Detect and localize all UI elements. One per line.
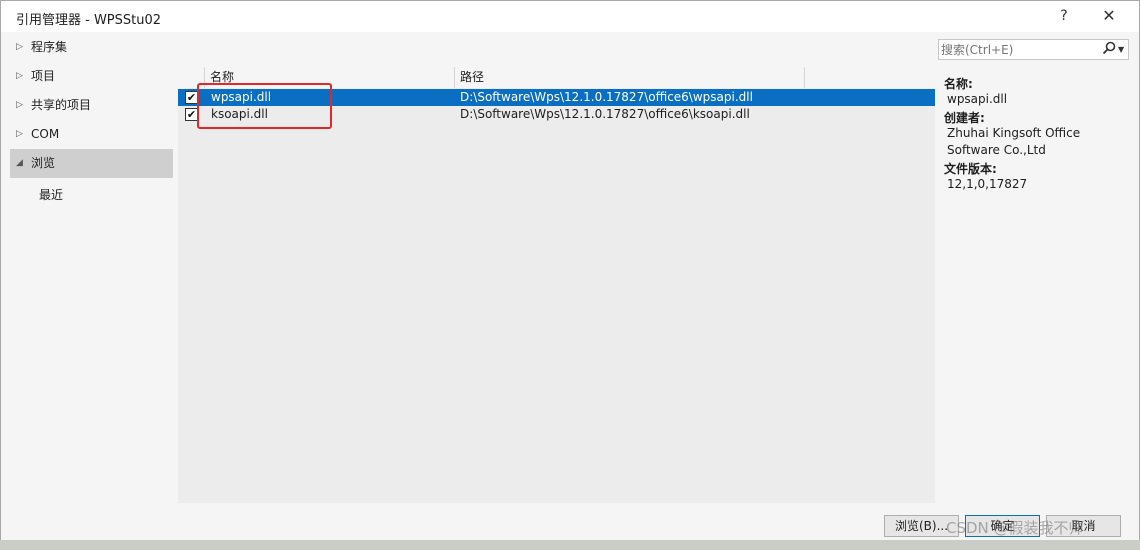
- search-input[interactable]: [941, 41, 1101, 58]
- help-button[interactable]: ?: [1049, 5, 1079, 27]
- detail-creator-value-cont: Software Co.,Ltd: [947, 143, 1046, 157]
- detail-creator-value: Zhuhai Kingsoft Office: [947, 126, 1081, 140]
- reference-path: D:\Software\Wps\12.1.0.17827\office6\wps…: [460, 90, 753, 104]
- title-bar: 引用管理器 - WPSStu02 ? ✕: [1, 1, 1139, 32]
- detail-name-label: 名称:: [944, 77, 973, 91]
- nav-item-browse[interactable]: ◢ 浏览: [10, 149, 173, 178]
- search-icon[interactable]: [1102, 41, 1116, 58]
- watermark: CSDN @假装我不帅: [946, 519, 1084, 537]
- expand-arrow-icon: ▷: [16, 42, 23, 52]
- expand-arrow-icon: ▷: [16, 71, 23, 81]
- search-box: ▼: [938, 39, 1129, 60]
- nav-item-recent[interactable]: 最近: [10, 181, 173, 210]
- expand-arrow-icon: ▷: [16, 100, 23, 110]
- detail-name-value: wpsapi.dll: [947, 92, 1008, 106]
- nav-item-shared-projects[interactable]: ▷ 共享的项目: [10, 91, 173, 120]
- nav-item-label: 程序集: [31, 40, 68, 54]
- nav-item-label: 浏览: [31, 156, 56, 170]
- nav-item-label: 最近: [39, 188, 64, 202]
- reference-list: 名称 路径 ✔ wpsapi.dll D:\Software\Wps\12.1.…: [178, 67, 935, 503]
- header-path-column[interactable]: 路径: [455, 67, 805, 88]
- annotation-highlight-box: [197, 83, 332, 129]
- nav-item-label: COM: [31, 127, 60, 141]
- detail-creator-label: 创建者:: [944, 111, 985, 125]
- detail-version-label: 文件版本:: [944, 162, 997, 176]
- detail-version-value: 12,1,0,17827: [947, 177, 1028, 191]
- expand-arrow-icon: ▷: [16, 129, 23, 139]
- nav-item-label: 共享的项目: [31, 98, 92, 112]
- close-button[interactable]: ✕: [1094, 5, 1124, 27]
- category-nav: ▷ 程序集 ▷ 项目 ▷ 共享的项目 ▷ COM ◢ 浏览 最近: [10, 32, 174, 512]
- reference-path: D:\Software\Wps\12.1.0.17827\office6\kso…: [460, 107, 750, 121]
- nav-item-label: 项目: [31, 69, 56, 83]
- nav-item-assemblies[interactable]: ▷ 程序集: [10, 33, 173, 62]
- background-bottom-strip: [0, 540, 1140, 550]
- collapse-arrow-icon: ◢: [16, 158, 23, 168]
- window-title: 引用管理器 - WPSStu02: [16, 13, 162, 28]
- reference-manager-dialog: 引用管理器 - WPSStu02 ? ✕ ▷ 程序集 ▷ 项目 ▷ 共享的项目 …: [0, 0, 1140, 550]
- nav-item-projects[interactable]: ▷ 项目: [10, 62, 173, 91]
- nav-item-com[interactable]: ▷ COM: [10, 120, 173, 149]
- search-options-dropdown-icon[interactable]: ▼: [1118, 41, 1124, 58]
